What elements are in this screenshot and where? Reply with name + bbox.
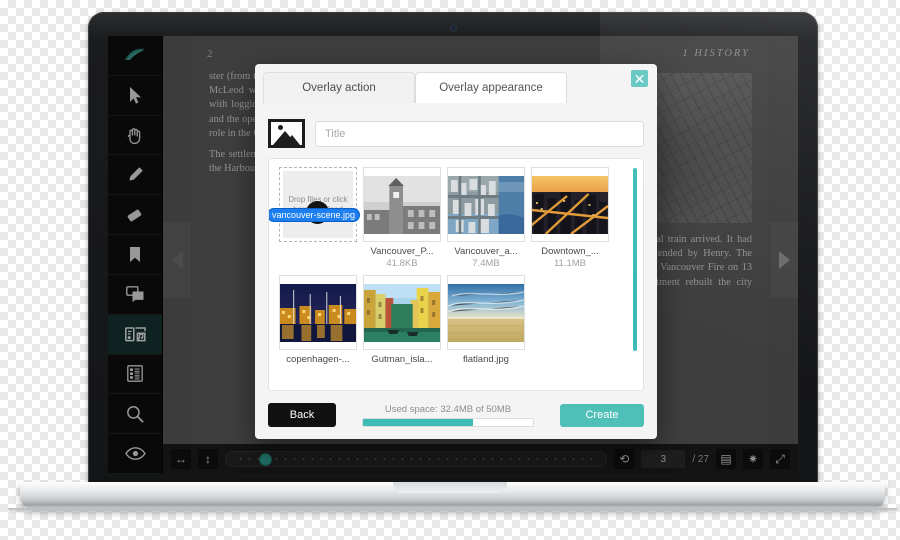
dialog-footer: Back Used space: 32.4MB of 50MB Create	[255, 391, 657, 439]
file-name: Gutman_isla...	[371, 354, 433, 365]
usage-label: Used space: 32.4MB of 50MB	[384, 403, 512, 415]
webcam-icon	[451, 26, 456, 31]
image-icon	[268, 119, 305, 148]
file-name: Vancouver_P...	[370, 246, 434, 257]
file-size: 11.1MB	[553, 258, 587, 269]
upload-dropzone[interactable]: Drop files or click here to upload +	[279, 167, 357, 242]
dialog-body: Drop files or click here to upload + van…	[255, 103, 657, 391]
file-size: 7.4MB	[472, 258, 500, 269]
dialog-tabs: Overlay action Overlay appearance ✕	[255, 64, 657, 103]
file-size: 41.8KB	[386, 258, 418, 269]
image-icon-sun	[278, 125, 283, 130]
file-browser-pane: Drop files or click here to upload + van…	[268, 158, 644, 391]
file-item[interactable]: flatland.jpg	[447, 275, 525, 366]
storage-usage: Used space: 32.4MB of 50MB	[348, 404, 548, 427]
file-item[interactable]: Vancouver_P... 41.8KB	[363, 167, 441, 269]
title-input[interactable]	[315, 120, 644, 147]
file-name: copenhagen-...	[286, 354, 350, 365]
drag-ghost: vancouver-scene.jpg	[269, 208, 361, 222]
overlay-dialog: Overlay action Overlay appearance ✕ Titl…	[255, 64, 657, 439]
title-row	[268, 119, 644, 148]
close-icon[interactable]: ✕	[631, 70, 648, 87]
thumb-bw-clocktower	[364, 175, 440, 234]
file-item[interactable]: copenhagen-...	[279, 275, 357, 366]
file-name: flatland.jpg	[463, 354, 509, 365]
upload-dropzone-cell[interactable]: Drop files or click here to upload + van…	[269, 167, 361, 269]
create-button[interactable]: Create	[560, 403, 644, 427]
reader-application: 2 ster (from their way to come to the Co…	[108, 36, 798, 474]
file-item[interactable]: Vancouver_a... 7.4MB	[447, 167, 525, 269]
thumb-sunset-city	[532, 175, 608, 234]
usage-progress-fill	[363, 418, 474, 426]
file-name: Downtown_...	[541, 246, 599, 257]
file-thumbnail[interactable]	[531, 167, 609, 242]
laptop-base-notch	[393, 482, 507, 493]
file-thumbnail[interactable]	[447, 275, 525, 350]
laptop-base-shadow	[8, 508, 897, 514]
scrollbar-thumb[interactable]	[633, 168, 637, 352]
file-item[interactable]: Gutman_isla...	[363, 275, 441, 366]
drag-filename-label: vancouver-scene.jpg	[269, 208, 361, 222]
thumb-canal-houses	[364, 283, 440, 342]
file-thumbnail[interactable]	[279, 275, 357, 350]
tab-overlay-appearance[interactable]: Overlay appearance	[415, 72, 567, 103]
thumb-aerial-city	[448, 175, 524, 234]
usage-progress-bar	[362, 417, 534, 427]
thumb-night-harbour	[280, 283, 356, 342]
file-thumbnail[interactable]	[447, 167, 525, 242]
file-name: Vancouver_a...	[454, 246, 518, 257]
file-thumbnail[interactable]	[363, 275, 441, 350]
tab-overlay-action[interactable]: Overlay action	[263, 72, 415, 103]
file-pane-scrollbar[interactable]	[633, 168, 637, 381]
laptop-screen: 2 ster (from their way to come to the Co…	[108, 36, 798, 474]
file-grid: Drop files or click here to upload + van…	[269, 167, 633, 366]
laptop-mockup: 2 ster (from their way to come to the Co…	[0, 0, 900, 540]
back-button[interactable]: Back	[268, 403, 336, 427]
thumb-beach-sky	[448, 283, 524, 342]
file-thumbnail[interactable]	[363, 167, 441, 242]
upload-dropzone-inner[interactable]: Drop files or click here to upload +	[283, 171, 353, 238]
file-item[interactable]: Downtown_... 11.1MB	[531, 167, 609, 269]
